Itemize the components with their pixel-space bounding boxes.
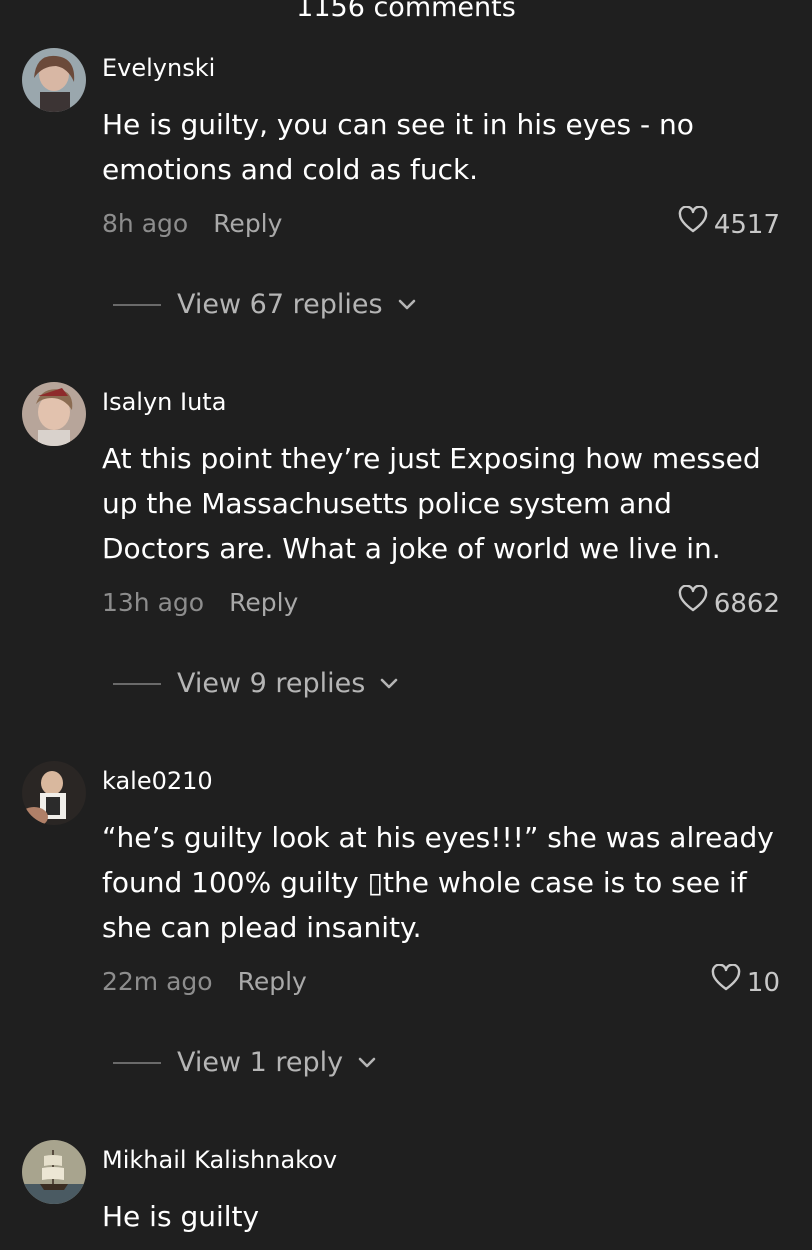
like-button[interactable]: 10 [711, 963, 780, 1002]
reply-button[interactable]: Reply [229, 585, 298, 621]
replies-divider-line [113, 683, 161, 685]
avatar[interactable] [22, 48, 86, 112]
view-replies-label: View 1 reply [177, 1047, 344, 1078]
like-count: 4517 [713, 210, 780, 240]
comment-username[interactable]: Evelynski [102, 52, 215, 84]
reply-button[interactable]: Reply [213, 206, 282, 242]
comment-timestamp: 8h ago [102, 209, 189, 238]
like-count: 10 [746, 968, 780, 998]
comment-meta: 13h ago Reply [102, 585, 298, 621]
replies-divider-line [113, 304, 161, 306]
heart-outline-icon [678, 584, 714, 623]
comment-text: He is guilty [102, 1200, 260, 1233]
comment-text: At this point they’re just Exposing how … [102, 442, 761, 565]
comment-text: “he’s guilty look at his eyes!!!” she wa… [102, 821, 774, 944]
view-replies-label: View 67 replies [177, 289, 383, 320]
comment-timestamp: 13h ago [102, 588, 205, 617]
comment-meta: 22m ago Reply [102, 964, 307, 1000]
comment-meta: 8h ago Reply [102, 206, 282, 242]
view-replies-button[interactable]: View 1 reply [113, 1045, 377, 1081]
heart-outline-icon [711, 963, 747, 1002]
avatar[interactable] [22, 761, 86, 825]
chevron-down-icon [379, 677, 399, 691]
view-replies-button[interactable]: View 9 replies [113, 666, 399, 702]
avatar[interactable] [22, 382, 86, 446]
comments-count-header: 1156 comments [296, 0, 516, 23]
like-button[interactable]: 6862 [678, 584, 780, 623]
avatar[interactable] [22, 1140, 86, 1204]
reply-button[interactable]: Reply [238, 964, 307, 1000]
view-replies-label: View 9 replies [177, 668, 366, 699]
like-button[interactable]: 4517 [678, 205, 780, 244]
comment-text: He is guilty, you can see it in his eyes… [102, 108, 694, 186]
heart-outline-icon [678, 205, 714, 244]
chevron-down-icon [397, 298, 417, 312]
replies-divider-line [113, 1062, 161, 1064]
view-replies-button[interactable]: View 67 replies [113, 287, 417, 323]
comment-username[interactable]: Isalyn Iuta [102, 386, 226, 418]
comment-username[interactable]: kale0210 [102, 765, 213, 797]
comment-timestamp: 22m ago [102, 967, 213, 996]
chevron-down-icon [357, 1056, 377, 1070]
comment-username[interactable]: Mikhail Kalishnakov [102, 1144, 337, 1176]
like-count: 6862 [713, 589, 780, 619]
